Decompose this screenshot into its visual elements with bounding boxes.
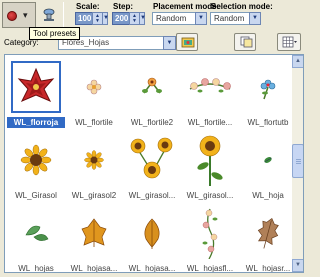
tube-item-girasol[interactable]: WL_Girasol <box>7 130 65 203</box>
tool-options-toolbar: ▾ Scale: 100 ▲ ▼ ▼ Step: 200 ▲ ▼ ▼ Place… <box>0 0 307 30</box>
tube-item-label: WL_hojasr... <box>245 264 291 273</box>
tube-item-hojas[interactable]: WL_hojas <box>7 203 65 273</box>
picture-tube-icon[interactable] <box>41 8 57 22</box>
tube-item-flortile[interactable]: WL_flortile <box>65 57 123 130</box>
tube-item-label: WL_flortile <box>75 118 113 127</box>
placement-dropdown-button[interactable]: ▼ <box>195 12 207 25</box>
chevron-down-icon: ▾ <box>23 10 28 20</box>
tube-item-hojasr[interactable]: WL_hojasr... <box>239 203 297 273</box>
selection-dropdown-button[interactable]: ▼ <box>249 12 261 25</box>
folder-icon <box>181 37 195 48</box>
tube-item-hojasa1[interactable]: WL_hojasa... <box>65 203 123 273</box>
tube-thumbnail <box>69 207 119 259</box>
tube-thumbnail <box>185 61 235 113</box>
tube-thumbnail <box>243 207 293 259</box>
step-spinner[interactable]: ▲ ▼ ▼ <box>129 12 146 25</box>
scale-input[interactable]: 100 <box>75 12 93 25</box>
spin-down-icon[interactable]: ▼ <box>132 18 137 24</box>
tube-thumbnail <box>127 61 177 113</box>
tool-presets-tooltip: Tool presets <box>29 27 81 40</box>
scale-label: Scale: <box>76 2 100 11</box>
copy-icon <box>240 36 253 48</box>
tube-item-label: WL_hojasfl... <box>186 264 234 273</box>
selection-mode-select[interactable]: Random <box>210 12 250 25</box>
toolbar-separator <box>63 2 64 28</box>
tube-thumbnail <box>185 207 235 259</box>
tube-item-hojasa2[interactable]: WL_hojasa... <box>123 203 181 273</box>
tool-presets-button[interactable]: ▾ <box>2 2 36 28</box>
grid-view-icon <box>282 36 297 48</box>
spin-slider-icon[interactable]: ▼ <box>140 15 146 22</box>
tube-thumbnail <box>127 207 177 259</box>
tube-item-label: WL_florroja <box>7 117 65 128</box>
tube-thumbnail <box>69 134 119 186</box>
tube-thumbnail <box>11 207 61 259</box>
spin-slider-icon[interactable]: ▼ <box>103 15 109 22</box>
step-label: Step: <box>113 2 133 11</box>
placement-mode-label: Placement mode: <box>153 2 220 11</box>
scroll-down-button[interactable]: ▼ <box>292 259 303 272</box>
tube-thumbnail <box>11 134 61 186</box>
tube-item-flortile3[interactable]: WL_flortile... <box>181 57 239 130</box>
tube-item-label: WL_hojasa... <box>128 264 176 273</box>
tube-item-flortile2[interactable]: WL_flortile2 <box>123 57 181 130</box>
tube-item-hojasfl[interactable]: WL_hojasfl... <box>181 203 239 273</box>
tube-thumbnail <box>243 134 293 186</box>
tube-item-girasol2[interactable]: WL_girasol2 <box>65 130 123 203</box>
tube-item-flortutb[interactable]: WL_flortutb <box>239 57 297 130</box>
tube-item-label: WL_Girasol <box>15 191 57 200</box>
tube-item-girasol3[interactable]: WL_girasol... <box>123 130 181 203</box>
step-input[interactable]: 200 <box>112 12 130 25</box>
spin-down-icon[interactable]: ▼ <box>95 18 100 24</box>
tube-thumbnail <box>69 61 119 113</box>
tube-thumbnail <box>243 61 293 113</box>
tube-thumbnail-grid: WL_florroja WL_flortile WL_flortile2 WL_… <box>4 54 304 273</box>
category-dropdown-button[interactable]: ▼ <box>163 36 176 50</box>
tube-item-label: WL_girasol... <box>128 191 176 200</box>
tube-item-label: WL_hojas <box>18 264 54 273</box>
tube-thumbnail <box>185 134 235 186</box>
view-options-button[interactable] <box>277 33 301 51</box>
tool-preset-icon <box>7 11 17 21</box>
tube-item-label: WL_girasol... <box>186 191 234 200</box>
selection-mode-label: Selection mode: <box>211 2 273 11</box>
tube-library-button[interactable] <box>176 33 198 51</box>
scroll-up-button[interactable]: ▲ <box>292 55 303 68</box>
picture-tube-window: ▾ Scale: 100 ▲ ▼ ▼ Step: 200 ▲ ▼ ▼ Place… <box>0 0 307 277</box>
tube-item-label: WL_girasol2 <box>71 191 117 200</box>
scale-spinner[interactable]: ▲ ▼ ▼ <box>92 12 109 25</box>
tube-item-hoja[interactable]: WL_hoja <box>239 130 297 203</box>
tube-item-florroja[interactable]: WL_florroja <box>7 57 65 130</box>
placement-mode-select[interactable]: Random <box>152 12 196 25</box>
tube-item-label: WL_flortile... <box>187 118 233 127</box>
tube-thumbnail <box>11 61 61 113</box>
tube-item-label: WL_flortutb <box>247 118 289 127</box>
tube-item-girasol4[interactable]: WL_girasol... <box>181 130 239 203</box>
tube-item-label: WL_flortile2 <box>130 118 174 127</box>
vertical-scrollbar[interactable]: ▲ ▼ <box>292 55 303 272</box>
tube-item-label: WL_hoja <box>252 191 284 200</box>
tube-item-label: WL_hojasa... <box>70 264 118 273</box>
tube-thumbnail <box>127 134 177 186</box>
export-tube-button[interactable] <box>234 33 256 51</box>
scrollbar-thumb[interactable] <box>292 144 303 178</box>
